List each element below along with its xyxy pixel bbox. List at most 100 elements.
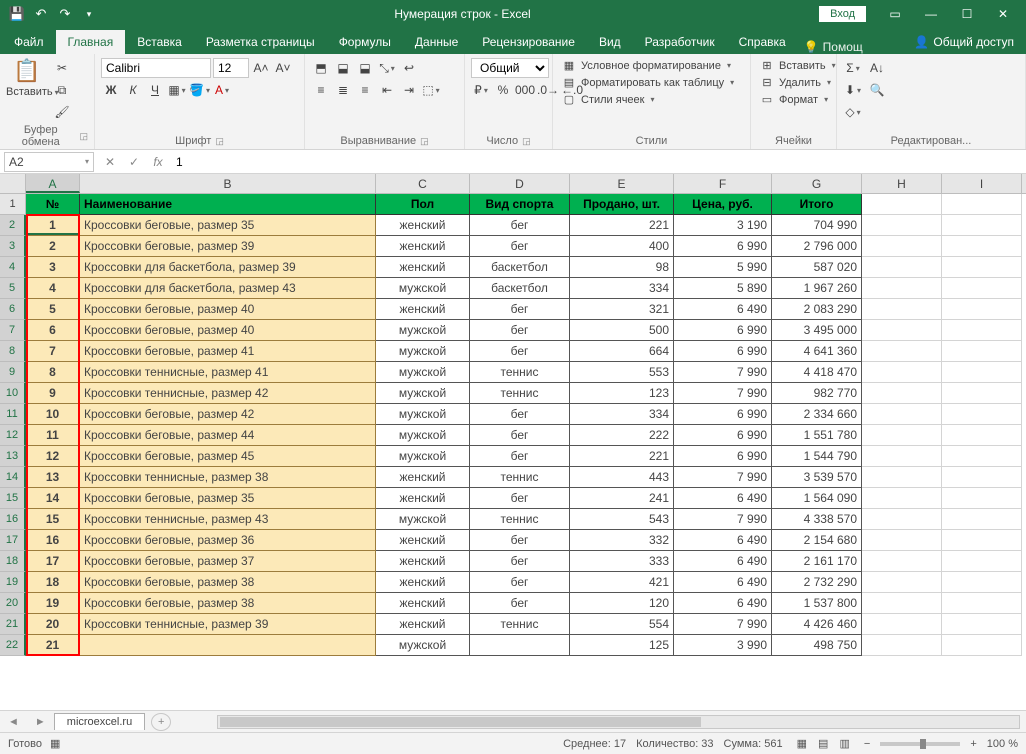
cell-sold[interactable]: 553 [570, 362, 674, 383]
format-as-table-button[interactable]: ▤Форматировать как таблицу [559, 75, 736, 90]
cell-total[interactable]: 587 020 [772, 257, 862, 278]
cell-price[interactable]: 6 990 [674, 404, 772, 425]
cell-num[interactable]: 14 [26, 488, 80, 509]
cell-num[interactable]: 6 [26, 320, 80, 341]
cell[interactable] [942, 257, 1022, 278]
delete-cells-button[interactable]: ⊟Удалить [757, 75, 833, 90]
cell-total[interactable]: 3 495 000 [772, 320, 862, 341]
row-header[interactable]: 3 [0, 236, 26, 257]
zoom-slider[interactable] [880, 742, 960, 746]
alignment-dialog-icon[interactable]: ◲ [420, 136, 429, 147]
border-button[interactable]: ▦ [167, 80, 187, 100]
cell-sold[interactable]: 222 [570, 425, 674, 446]
font-color-button[interactable]: A [212, 80, 232, 100]
header-price[interactable]: Цена, руб. [674, 194, 772, 215]
cut-button[interactable]: ✂ [52, 58, 72, 78]
align-bottom-button[interactable]: ⬓ [355, 58, 375, 78]
cell-total[interactable]: 1 537 800 [772, 593, 862, 614]
currency-button[interactable]: ₽ [471, 80, 491, 100]
horizontal-scrollbar[interactable] [217, 715, 1020, 729]
cell[interactable] [862, 257, 942, 278]
cell-name[interactable]: Кроссовки беговые, размер 44 [80, 425, 376, 446]
cell-sold[interactable]: 333 [570, 551, 674, 572]
cell-sport[interactable]: бег [470, 530, 570, 551]
cell[interactable] [942, 215, 1022, 236]
font-dialog-icon[interactable]: ◲ [215, 136, 224, 147]
cell-sport[interactable]: бег [470, 593, 570, 614]
cell-price[interactable]: 7 990 [674, 362, 772, 383]
cell-price[interactable]: 7 990 [674, 383, 772, 404]
tab-help[interactable]: Справка [727, 30, 798, 54]
header-gender[interactable]: Пол [376, 194, 470, 215]
cell-num[interactable]: 7 [26, 341, 80, 362]
cell[interactable] [942, 614, 1022, 635]
col-header-g[interactable]: G [772, 174, 862, 193]
cell-sold[interactable]: 334 [570, 404, 674, 425]
cell-price[interactable]: 6 490 [674, 593, 772, 614]
cell[interactable] [942, 425, 1022, 446]
sheet-tab[interactable]: microexcel.ru [54, 713, 145, 730]
cell[interactable] [862, 299, 942, 320]
tab-formulas[interactable]: Формулы [327, 30, 403, 54]
ribbon-options-icon[interactable]: ▭ [878, 0, 912, 28]
cell-name[interactable]: Кроссовки теннисные, размер 43 [80, 509, 376, 530]
cell[interactable] [862, 383, 942, 404]
cell-price[interactable]: 7 990 [674, 509, 772, 530]
cell-name[interactable]: Кроссовки теннисные, размер 42 [80, 383, 376, 404]
cell[interactable] [942, 467, 1022, 488]
qat-customize-icon[interactable]: ▾ [80, 5, 98, 23]
cell-name[interactable] [80, 635, 376, 656]
align-left-button[interactable]: ≡ [311, 80, 331, 100]
cell-gender[interactable]: женский [376, 614, 470, 635]
row-header[interactable]: 19 [0, 572, 26, 593]
cell[interactable] [862, 593, 942, 614]
cell-num[interactable]: 15 [26, 509, 80, 530]
tab-view[interactable]: Вид [587, 30, 633, 54]
cell-price[interactable]: 6 990 [674, 236, 772, 257]
cell-price[interactable]: 6 990 [674, 446, 772, 467]
zoom-thumb[interactable] [920, 739, 926, 749]
maximize-icon[interactable]: ☐ [950, 0, 984, 28]
cell-gender[interactable]: мужской [376, 278, 470, 299]
cell[interactable] [862, 572, 942, 593]
cell-sport[interactable]: баскетбол [470, 257, 570, 278]
cell[interactable] [862, 530, 942, 551]
minimize-icon[interactable]: — [914, 0, 948, 28]
cell-num[interactable]: 5 [26, 299, 80, 320]
merge-button[interactable]: ⬚ [421, 80, 441, 100]
header-num[interactable]: № [26, 194, 80, 215]
cell-price[interactable]: 7 990 [674, 467, 772, 488]
header-sport[interactable]: Вид спорта [470, 194, 570, 215]
cell-num[interactable]: 2 [26, 236, 80, 257]
zoom-level[interactable]: 100 % [987, 738, 1018, 750]
cell-gender[interactable]: женский [376, 299, 470, 320]
cell[interactable] [942, 488, 1022, 509]
cell-num[interactable]: 3 [26, 257, 80, 278]
header-sold[interactable]: Продано, шт. [570, 194, 674, 215]
cell-gender[interactable]: мужской [376, 383, 470, 404]
cell-num[interactable]: 19 [26, 593, 80, 614]
row-header[interactable]: 6 [0, 299, 26, 320]
sheet-nav-next-icon[interactable]: ► [27, 716, 54, 728]
row-header[interactable]: 12 [0, 425, 26, 446]
row-header[interactable]: 2 [0, 215, 26, 236]
view-page-break-icon[interactable]: ▥ [836, 738, 854, 750]
format-painter-button[interactable]: 🖌 [52, 102, 72, 122]
tab-home[interactable]: Главная [56, 30, 126, 54]
cell[interactable] [942, 383, 1022, 404]
cell-sport[interactable]: теннис [470, 614, 570, 635]
cell-styles-button[interactable]: ▢Стили ячеек [559, 92, 657, 107]
align-right-button[interactable]: ≡ [355, 80, 375, 100]
cell-name[interactable]: Кроссовки беговые, размер 41 [80, 341, 376, 362]
cell-price[interactable]: 6 490 [674, 488, 772, 509]
cell-num[interactable]: 8 [26, 362, 80, 383]
sign-in-button[interactable]: Вход [819, 6, 866, 22]
cell[interactable] [942, 551, 1022, 572]
cell[interactable] [942, 194, 1022, 215]
cell[interactable] [862, 635, 942, 656]
cell-sold[interactable]: 400 [570, 236, 674, 257]
cell-price[interactable]: 6 990 [674, 341, 772, 362]
cell-sport[interactable]: бег [470, 551, 570, 572]
cell-sold[interactable]: 221 [570, 446, 674, 467]
cell-num[interactable]: 12 [26, 446, 80, 467]
